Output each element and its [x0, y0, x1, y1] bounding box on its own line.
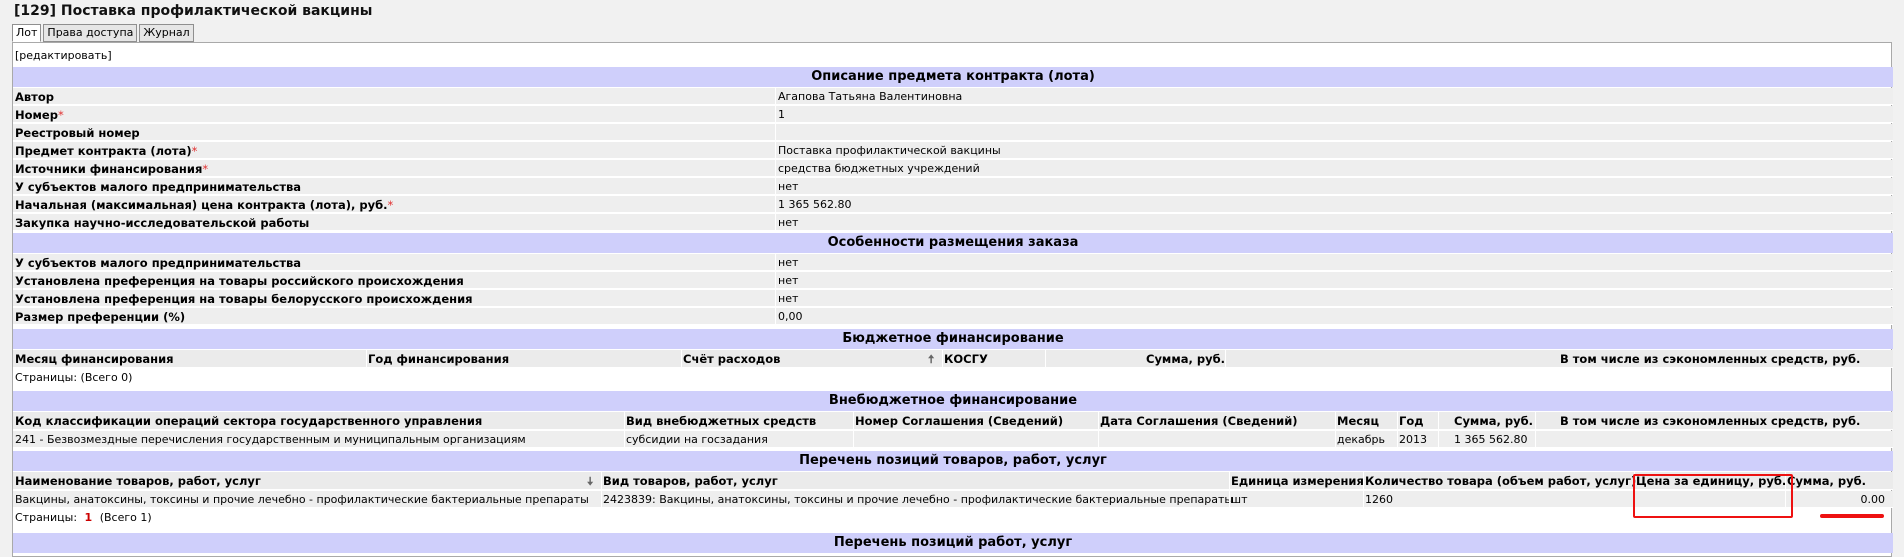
field-row-registry-number: Реестровый номер — [13, 124, 1893, 141]
tab-journal[interactable]: Журнал — [139, 24, 194, 42]
field-row-author: Автор Агапова Татьяна Валентиновна — [13, 88, 1893, 105]
column-header[interactable]: Месяц финансирования — [15, 352, 174, 366]
column-header[interactable]: Вид товаров, работ, услуг — [603, 474, 778, 488]
field-value: 1 — [778, 108, 785, 121]
table-row[interactable]: Вакцины, анатоксины, токсины и прочие ле… — [13, 491, 1893, 508]
table-cell: 1 365 562.80 — [1454, 433, 1528, 446]
column-header[interactable]: Месяц — [1337, 414, 1379, 428]
field-label: Размер преференции (%) — [15, 310, 186, 324]
page-title: [129] Поставка профилактической вакцины — [14, 3, 373, 19]
field-label: Реестровый номер — [15, 126, 140, 140]
field-value: нет — [778, 180, 799, 193]
column-header[interactable]: Количество товара (объем работ, услуг) — [1365, 474, 1636, 488]
edit-link[interactable]: [редактировать] — [15, 49, 112, 62]
table-cell: 2423839: Вакцины, анатоксины, токсины и … — [603, 493, 1234, 506]
field-row-small-business: У субъектов малого предпринимательства н… — [13, 178, 1893, 195]
field-value: нет — [778, 216, 799, 229]
table-cell: Вакцины, анатоксины, токсины и прочие ле… — [15, 493, 589, 506]
tab-bar: Лот Права доступа Журнал — [12, 24, 194, 42]
required-marker: * — [202, 162, 209, 176]
field-value: нет — [778, 292, 799, 305]
goods-pager: Страницы: 1 (Всего 1) — [15, 511, 152, 524]
pager-label: Страницы: — [15, 511, 78, 524]
column-header[interactable]: КОСГУ — [944, 352, 988, 366]
lot-panel: [редактировать] Описание предмета контра… — [12, 42, 1893, 557]
tab-access-rights[interactable]: Права доступа — [43, 24, 138, 42]
field-row-preference-belarus: Установлена преференция на товары белору… — [13, 290, 1893, 307]
section-header-features: Особенности размещения заказа — [13, 233, 1893, 253]
offbudget-table-header: Код классификации операций сектора госуд… — [13, 412, 1893, 430]
field-label: У субъектов малого предпринимательства — [15, 180, 302, 194]
table-row[interactable]: 241 - Безвозмездные перечисления государ… — [13, 431, 1893, 448]
column-header[interactable]: Год — [1399, 414, 1424, 428]
section-header-offbudget: Внебюджетное финансирование — [13, 391, 1893, 411]
required-marker: * — [387, 198, 394, 212]
column-header[interactable]: В том числе из сэкономленных средств, ру… — [1560, 414, 1860, 428]
field-row-number: Номер* 1 — [13, 106, 1893, 123]
field-row-preference-russian: Установлена преференция на товары россий… — [13, 272, 1893, 289]
sort-asc-icon[interactable]: 🠅 — [928, 352, 934, 371]
section-header-budget: Бюджетное финансирование — [13, 329, 1893, 349]
field-value: 0,00 — [778, 310, 803, 323]
field-row-preference-size: Размер преференции (%) 0,00 — [13, 308, 1893, 325]
column-header[interactable]: Сумма, руб. — [1146, 352, 1225, 366]
field-label: Установлена преференция на товары белору… — [15, 292, 473, 306]
column-header[interactable]: Год финансирования — [368, 352, 509, 366]
highlight-box — [1633, 474, 1793, 518]
pager-total: (Всего 1) — [99, 511, 152, 524]
budget-table-header: Месяц финансирования Год финансирования … — [13, 350, 1893, 368]
field-label: Источники финансирования* — [15, 162, 209, 176]
field-row-funding-sources: Источники финансирования* средства бюдже… — [13, 160, 1893, 177]
table-cell: декабрь — [1337, 433, 1386, 446]
field-row-features-small-business: У субъектов малого предпринимательства н… — [13, 254, 1893, 271]
field-row-subject: Предмет контракта (лота)* Поставка профи… — [13, 142, 1893, 159]
table-cell: субсидии на госзадания — [626, 433, 768, 446]
column-header[interactable]: Вид внебюджетных средств — [626, 414, 816, 428]
field-value: нет — [778, 274, 799, 287]
table-cell: 1260 — [1365, 493, 1393, 506]
field-label: Номер* — [15, 108, 64, 122]
section-header-goods: Перечень позиций товаров, работ, услуг — [13, 451, 1893, 471]
column-header[interactable]: Единица измерения — [1231, 474, 1364, 488]
field-label: Закупка научно-исследовательской работы — [15, 216, 310, 230]
column-header[interactable]: Сумма, руб. — [1787, 474, 1866, 488]
table-cell: 2013 — [1399, 433, 1427, 446]
highlight-underline — [1820, 514, 1884, 518]
field-value: Поставка профилактической вакцины — [778, 144, 1001, 157]
required-marker: * — [57, 108, 64, 122]
field-value: нет — [778, 256, 799, 269]
column-header[interactable]: Наименование товаров, работ, услуг — [15, 474, 261, 488]
section-header-description: Описание предмета контракта (лота) — [13, 67, 1893, 87]
field-label: Установлена преференция на товары россий… — [15, 274, 464, 288]
field-row-research-purchase: Закупка научно-исследовательской работы … — [13, 214, 1893, 231]
table-cell: 241 - Безвозмездные перечисления государ… — [15, 433, 526, 446]
column-header[interactable]: В том числе из сэкономленных средств, ру… — [1560, 352, 1860, 366]
field-value: 1 365 562.80 — [778, 198, 852, 211]
budget-pager: Страницы: (Всего 0) — [15, 371, 133, 384]
field-label: Начальная (максимальная) цена контракта … — [15, 198, 394, 212]
scrollbar-track[interactable] — [1894, 42, 1904, 557]
table-cell: шт — [1231, 493, 1248, 506]
field-row-initial-price: Начальная (максимальная) цена контракта … — [13, 196, 1893, 213]
column-header[interactable]: Код классификации операций сектора госуд… — [15, 414, 482, 428]
field-label: Предмет контракта (лота)* — [15, 144, 198, 158]
required-marker: * — [191, 144, 198, 158]
tab-lot[interactable]: Лот — [12, 24, 42, 42]
field-value: Агапова Татьяна Валентиновна — [778, 90, 963, 103]
table-cell: 0.00 — [1860, 493, 1886, 506]
column-header[interactable]: Сумма, руб. — [1454, 414, 1533, 428]
column-header[interactable]: Номер Соглашения (Сведений) — [855, 414, 1063, 428]
column-header[interactable]: Дата Соглашения (Сведений) — [1100, 414, 1298, 428]
pager-page-1[interactable]: 1 — [85, 511, 93, 524]
field-label: Автор — [15, 90, 54, 104]
section-header-works: Перечень позиций работ, услуг — [13, 533, 1893, 553]
field-label: У субъектов малого предпринимательства — [15, 256, 302, 270]
field-value: средства бюджетных учреждений — [778, 162, 980, 175]
column-header[interactable]: Счёт расходов — [683, 352, 780, 366]
goods-table-header: Наименование товаров, работ, услуг 🠇 Вид… — [13, 472, 1893, 490]
